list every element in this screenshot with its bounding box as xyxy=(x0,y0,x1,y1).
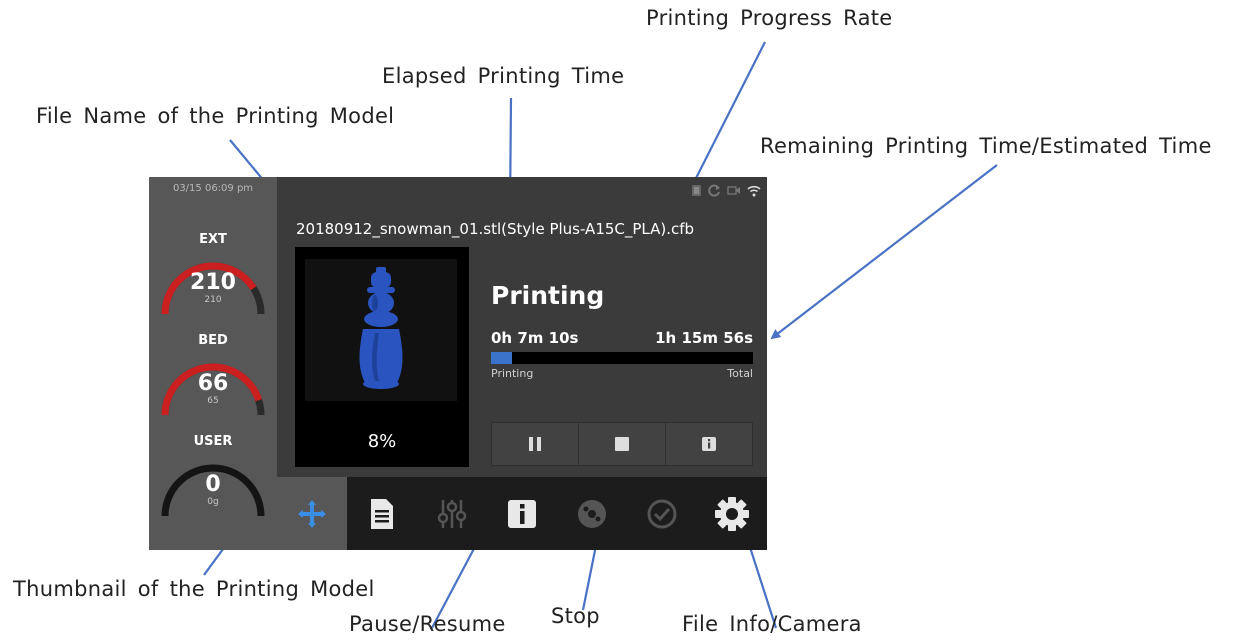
nav-settings-button[interactable] xyxy=(697,477,767,550)
callout-elapsed-time: Elapsed Printing Time xyxy=(382,64,625,88)
gauge-value: 210 xyxy=(190,270,236,295)
refresh-icon xyxy=(708,184,721,200)
stop-button[interactable] xyxy=(579,422,666,466)
callout-progress-rate: Printing Progress Rate xyxy=(646,6,893,30)
gauge-label: USER xyxy=(193,434,233,449)
settings-icon xyxy=(715,496,749,531)
printer-screen: 03/15 06:09 pm EXT 210 210 BED 66 65 USE… xyxy=(149,177,767,550)
gauge-target: 65 xyxy=(207,396,219,406)
gauge-target: 0g xyxy=(207,497,219,507)
file-icon xyxy=(371,498,393,529)
nav-info-button[interactable] xyxy=(487,477,557,550)
progress-bar xyxy=(491,352,753,364)
bottom-nav xyxy=(277,477,767,550)
progress-label-left: Printing xyxy=(491,367,534,380)
status-icons xyxy=(691,184,761,200)
remaining-time: 1h 15m 56s xyxy=(655,329,753,347)
progress-label-right: Total xyxy=(727,367,753,380)
nav-print-button[interactable] xyxy=(277,477,347,550)
elapsed-time: 0h 7m 10s xyxy=(491,329,579,347)
pause-icon xyxy=(529,437,541,451)
callout-pause-resume: Pause/Resume xyxy=(349,612,506,636)
info-icon xyxy=(702,437,716,451)
nav-material-button[interactable] xyxy=(557,477,627,550)
print-status: Printing xyxy=(491,281,605,310)
pause-resume-button[interactable] xyxy=(491,422,579,466)
gauge-label: BED xyxy=(198,333,228,348)
arrow-remaining-time xyxy=(770,164,998,340)
print-file-name: 20180912_snowman_01.stl(Style Plus-A15C_… xyxy=(296,220,695,238)
move-icon xyxy=(298,499,326,528)
wifi-icon xyxy=(747,185,761,200)
callout-remaining-time: Remaining Printing Time/Estimated Time xyxy=(760,134,1212,158)
gauge-value: 66 xyxy=(197,371,229,396)
camera-icon xyxy=(727,185,741,199)
progress-bar-fill xyxy=(491,352,512,364)
tune-icon xyxy=(437,499,467,528)
callout-stop: Stop xyxy=(551,604,600,628)
gauge-bed[interactable]: BED 66 65 xyxy=(157,333,269,423)
nav-file-button[interactable] xyxy=(347,477,417,550)
snowman-model-icon xyxy=(359,267,403,389)
file-info-camera-button[interactable] xyxy=(666,422,753,466)
stop-icon xyxy=(615,437,629,451)
gauge-value: 0 xyxy=(205,472,221,497)
material-icon xyxy=(578,499,606,528)
callout-file-info: File Info/Camera xyxy=(682,612,862,636)
check-icon xyxy=(647,499,677,528)
callout-thumbnail: Thumbnail of the Printing Model xyxy=(13,577,375,601)
print-controls xyxy=(491,422,753,466)
nav-tune-button[interactable] xyxy=(417,477,487,550)
model-thumbnail-panel: 8% xyxy=(295,247,469,467)
temperature-sidebar: 03/15 06:09 pm EXT 210 210 BED 66 65 USE… xyxy=(149,177,277,550)
nav-check-button[interactable] xyxy=(627,477,697,550)
callout-file-name: File Name of the Printing Model xyxy=(36,104,395,128)
model-thumbnail xyxy=(305,259,457,401)
gauge-ext[interactable]: EXT 210 210 xyxy=(157,232,269,322)
thumbnail-progress-percent: 8% xyxy=(367,431,397,452)
gauge-user[interactable]: USER 0 0g xyxy=(157,434,269,524)
gauge-target: 210 xyxy=(204,295,222,305)
gauge-label: EXT xyxy=(199,232,227,247)
info-icon xyxy=(508,499,536,528)
battery-icon xyxy=(691,184,702,200)
datetime: 03/15 06:09 pm xyxy=(172,183,254,194)
